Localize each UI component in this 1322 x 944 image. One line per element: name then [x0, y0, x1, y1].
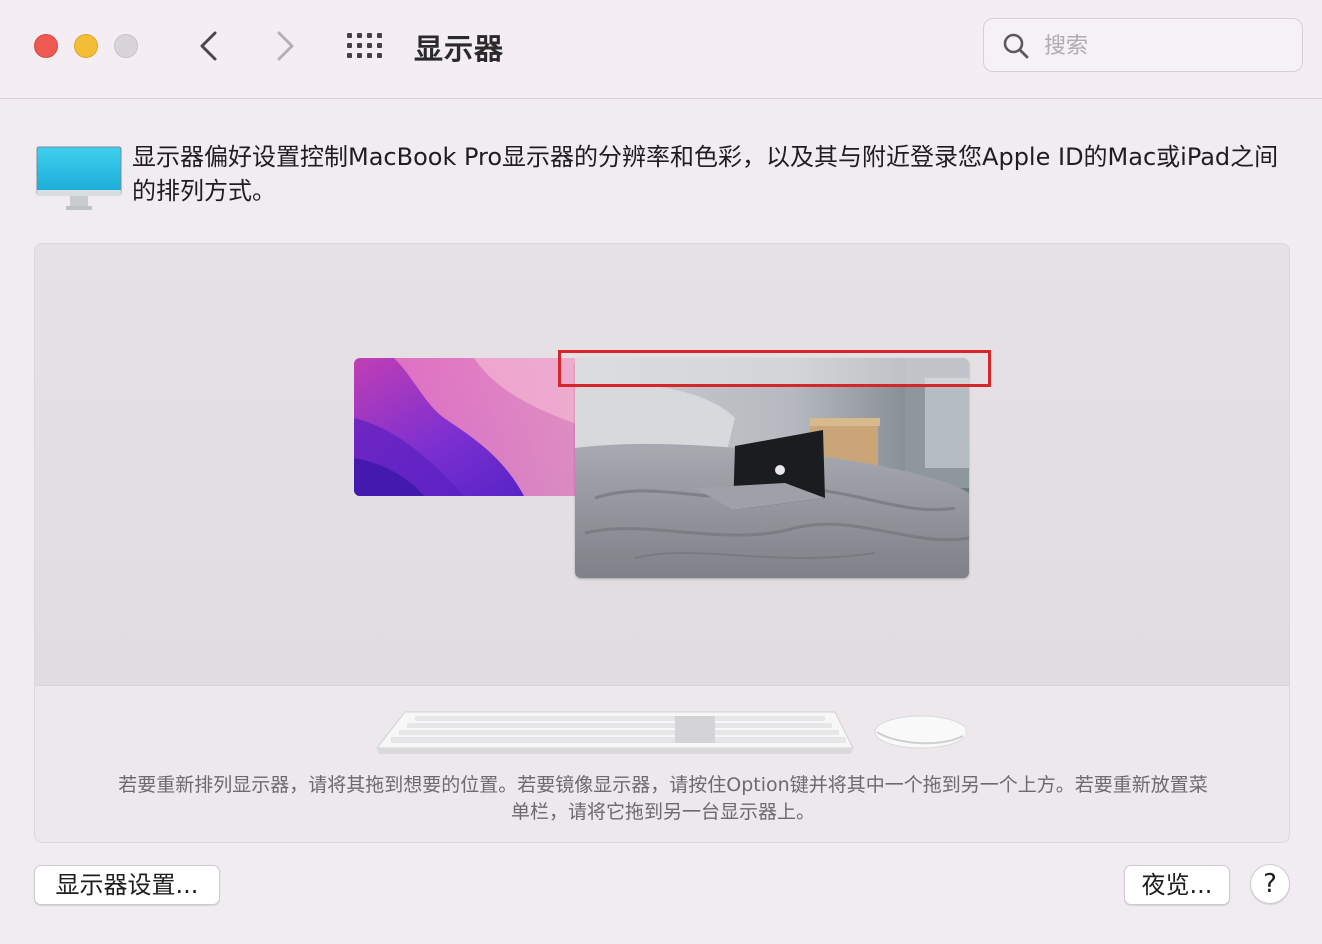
close-button[interactable]	[34, 34, 58, 58]
show-all-button[interactable]	[344, 30, 386, 62]
chevron-right-icon	[277, 31, 294, 61]
window-toolbar: 显示器	[0, 0, 1322, 99]
display-arrangement-area	[35, 244, 1289, 686]
keyboard-icon	[375, 711, 854, 754]
display-monitor-icon	[36, 146, 122, 210]
display-settings-button[interactable]: 显示器设置...	[34, 865, 220, 905]
grid-icon	[347, 33, 382, 58]
menu-bar-highlight	[558, 350, 991, 387]
arrangement-panel: 若要重新排列显示器，请将其拖到想要的位置。若要镜像显示器，请按住Option键并…	[34, 243, 1290, 843]
minimize-button[interactable]	[74, 34, 98, 58]
back-button[interactable]	[190, 26, 230, 66]
forward-button[interactable]	[266, 26, 306, 66]
search-input[interactable]	[1042, 29, 1286, 63]
night-shift-button[interactable]: 夜览...	[1124, 865, 1230, 905]
keyboard-mouse-illustration	[375, 711, 965, 754]
help-button[interactable]: ?	[1250, 864, 1290, 904]
search-field[interactable]	[983, 18, 1303, 72]
description-text: 显示器偏好设置控制MacBook Pro显示器的分辨率和色彩，以及其与附近登录您…	[132, 143, 1279, 205]
mouse-icon	[874, 715, 965, 749]
window-title: 显示器	[414, 32, 505, 66]
arrangement-hint-text: 若要重新排列显示器，请将其拖到想要的位置。若要镜像显示器，请按住Option键并…	[118, 774, 1208, 823]
zoom-button	[114, 34, 138, 58]
display-thumbnail-1[interactable]	[354, 358, 588, 496]
search-icon	[1003, 33, 1029, 59]
display-thumbnail-2[interactable]	[575, 358, 969, 578]
chevron-left-icon	[200, 31, 217, 61]
